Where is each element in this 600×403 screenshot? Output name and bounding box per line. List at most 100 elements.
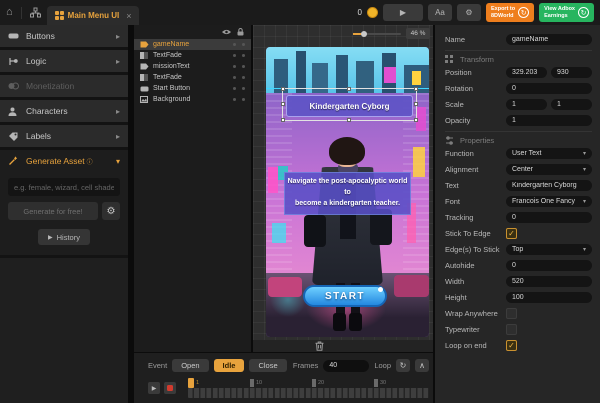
sidebar-item-generate-asset[interactable]: Generate Asset ⓘ ▾ <box>0 150 128 172</box>
typewriter-checkbox[interactable] <box>506 324 517 335</box>
timeline-panel: Event Open Idle Close Frames Loop ↻ ∧ ▶ … <box>134 352 433 403</box>
generate-free-button[interactable]: Generate for free! <box>8 202 98 220</box>
selection-handle[interactable] <box>281 102 285 106</box>
settings-gear-button[interactable]: ⚙ <box>457 4 481 21</box>
layer-toggles[interactable] <box>233 54 245 57</box>
height-input[interactable] <box>506 292 592 303</box>
layer-row-missiontext[interactable]: missionText <box>134 61 251 72</box>
playhead[interactable] <box>188 378 194 388</box>
event-tab-open[interactable]: Open <box>172 359 208 372</box>
trash-icon[interactable] <box>315 341 324 351</box>
sitemap-icon[interactable] <box>24 7 47 18</box>
layers-panel: gameName TextFade missionText TextFade S… <box>134 25 251 352</box>
rotation-input[interactable] <box>506 83 592 94</box>
zoom-slider-handle[interactable] <box>361 31 367 37</box>
game-preview[interactable]: Navigate the post-apocalyptic world to b… <box>266 47 429 337</box>
frame-cells[interactable] <box>188 388 429 398</box>
layer-row-background[interactable]: Background <box>134 94 251 105</box>
selection-handle[interactable] <box>347 87 351 91</box>
timeline-track-row: ▶ 1 10 20 30 <box>148 378 429 398</box>
tab-main-menu-ui[interactable]: Main Menu UI × <box>47 6 140 25</box>
divider <box>21 7 22 19</box>
scale-label: Scale <box>445 100 464 109</box>
timeline-play-button[interactable]: ▶ <box>148 382 160 394</box>
layer-row-gamename[interactable]: gameName <box>134 39 251 50</box>
scale-y-input[interactable] <box>551 99 592 110</box>
close-icon[interactable]: × <box>126 11 131 21</box>
preview-play-button[interactable]: ▶ <box>383 4 423 21</box>
opacity-input[interactable] <box>506 115 592 126</box>
canvas-footer <box>253 340 433 352</box>
zoom-level-badge: 46 % <box>406 28 430 39</box>
eye-icon[interactable] <box>222 29 231 35</box>
sidebar-item-characters[interactable]: Characters ▸ <box>0 100 128 122</box>
chevron-right-icon: ▸ <box>116 57 120 66</box>
font-button[interactable]: Aa <box>428 4 452 21</box>
generate-asset-section: Generate Asset ⓘ ▾ Generate for free! ⚙ … <box>0 150 128 255</box>
history-button[interactable]: ▶ History <box>38 229 90 245</box>
position-x-input[interactable] <box>506 67 547 78</box>
selection-handle[interactable] <box>281 118 285 122</box>
frame-marker <box>250 379 254 387</box>
canvas-area[interactable]: 46 % <box>253 25 433 340</box>
tracking-input[interactable] <box>506 212 592 223</box>
selection-handle[interactable] <box>414 102 418 106</box>
autohide-label: Autohide <box>445 261 475 270</box>
height-label: Height <box>445 293 467 302</box>
selection-handle[interactable] <box>414 87 418 91</box>
selection-handle[interactable] <box>347 118 351 122</box>
selection-box[interactable] <box>282 88 417 121</box>
lock-icon[interactable] <box>237 28 244 36</box>
alignment-select[interactable]: Center▾ <box>506 164 592 175</box>
home-icon[interactable]: ⌂ <box>0 7 19 18</box>
layer-toggles[interactable] <box>233 76 245 79</box>
neon-sign-art <box>412 71 421 85</box>
coin-icon[interactable] <box>367 7 378 18</box>
mission-text-object[interactable]: Navigate the post-apocalyptic world to b… <box>284 172 411 215</box>
wrap-anywhere-label: Wrap Anywhere <box>445 309 498 318</box>
layer-toggles[interactable] <box>233 98 245 101</box>
loop-button[interactable]: ↻ <box>396 359 410 372</box>
selection-handle[interactable] <box>281 87 285 91</box>
zoom-slider[interactable] <box>353 33 401 35</box>
frame-ruler[interactable]: 1 10 20 30 <box>188 378 429 398</box>
frames-input[interactable] <box>323 360 369 372</box>
autohide-input[interactable] <box>506 260 592 271</box>
loop-on-end-label: Loop on end <box>445 341 487 350</box>
edges-to-stick-label: Edge(s) To Stick <box>445 245 499 254</box>
position-y-input[interactable] <box>551 67 592 78</box>
sidebar-item-labels[interactable]: Labels ▸ <box>0 125 128 147</box>
view-earnings-button[interactable]: View AdboxEarnings ↻ <box>539 3 594 22</box>
timeline-record-button[interactable] <box>164 382 176 394</box>
generate-prompt-input[interactable] <box>8 178 120 196</box>
sidebar-item-monetization[interactable]: Monetization <box>0 75 128 97</box>
width-input[interactable] <box>506 276 592 287</box>
generate-settings-button[interactable]: ⚙ <box>102 202 120 220</box>
event-tab-close[interactable]: Close <box>249 359 286 372</box>
function-select[interactable]: User Text▾ <box>506 148 592 159</box>
layer-row-textfade[interactable]: TextFade <box>134 50 251 61</box>
text-input[interactable] <box>506 180 592 191</box>
start-button-object[interactable]: START <box>303 285 387 307</box>
sidebar-item-buttons[interactable]: Buttons ▸ <box>0 25 128 47</box>
transform-icon <box>445 55 454 64</box>
font-select[interactable]: Francois One Fancy▾ <box>506 196 592 207</box>
layer-toggles[interactable] <box>233 43 245 46</box>
layer-toggles[interactable] <box>233 65 245 68</box>
layer-row-textfade-2[interactable]: TextFade <box>134 72 251 83</box>
stick-to-edge-checkbox[interactable]: ✓ <box>506 228 517 239</box>
export-button[interactable]: Export to8DWorld ↻ <box>486 3 534 22</box>
event-tab-idle[interactable]: Idle <box>214 359 245 372</box>
loop-on-end-checkbox[interactable]: ✓ <box>506 340 517 351</box>
layer-name: Start Button <box>153 85 190 92</box>
typewriter-row: Typewriter <box>445 323 592 336</box>
wrap-anywhere-checkbox[interactable] <box>506 308 517 319</box>
edges-to-stick-select[interactable]: Top▾ <box>506 244 592 255</box>
layer-row-start-button[interactable]: Start Button <box>134 83 251 94</box>
layer-toggles[interactable] <box>233 87 245 90</box>
name-input[interactable] <box>506 34 592 45</box>
sidebar-item-logic[interactable]: Logic ▸ <box>0 50 128 72</box>
scale-x-input[interactable] <box>506 99 547 110</box>
selection-handle[interactable] <box>414 118 418 122</box>
collapse-timeline-button[interactable]: ∧ <box>415 359 429 372</box>
